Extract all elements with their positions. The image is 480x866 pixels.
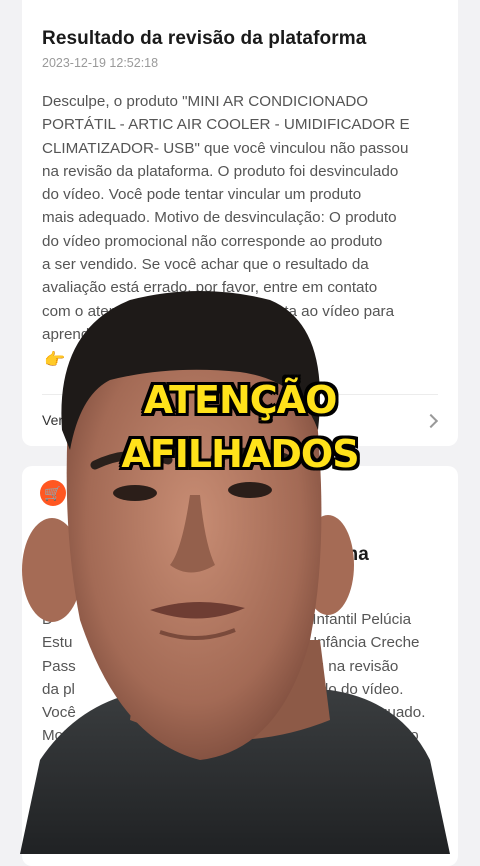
chevron-right-icon[interactable] <box>423 835 439 851</box>
card-message-line: nder mais! <box>292 750 363 768</box>
notification-card-2[interactable]: 🛒 orma D Estu Pass da pl Você Motiv produ as I… <box>22 466 458 866</box>
card-message-line: produ <box>42 750 81 768</box>
card-message-line: D <box>42 611 53 628</box>
card-message-line: as Infantil Pelúcia <box>292 611 412 628</box>
overlay-caption-line-2: AFILHADOS <box>121 432 359 476</box>
card-message-line: Motiv <box>42 727 79 745</box>
card-message-line: ssou na revisão <box>292 657 399 675</box>
card-timestamp: 2023-12-19 12:52:18 <box>42 56 159 70</box>
shop-icon: 🛒 <box>40 480 66 506</box>
card-message-line: Você <box>42 704 76 722</box>
card-message-right: as Infantil Pelúcia de Infância Creche sso… <box>292 608 425 771</box>
pointing-hand-emoji: 👉 <box>44 776 66 795</box>
card-message-line: ão corresponde ao <box>292 727 419 745</box>
view-details-link[interactable]: V <box>42 832 51 848</box>
card-message-line: uto mais adequado. <box>292 704 426 722</box>
card-message: Desculpe, o produto "MINI AR CONDICIONAD… <box>42 93 410 343</box>
card-message-line: Pass <box>42 657 76 675</box>
card-title: Resultado da revisão da plataforma <box>42 28 367 49</box>
overlay-caption-line-1: ATENÇÃO <box>143 378 338 422</box>
card-divider <box>42 818 438 819</box>
card-message-line: Estu <box>42 634 73 652</box>
card-message-left: D Estu Pass da pl Você Motiv produ <box>42 608 81 771</box>
card-title: orma <box>322 544 369 565</box>
pointing-hand-emoji: 👉 <box>44 350 66 369</box>
card-message-line: culado do vídeo. <box>292 680 404 698</box>
card-message-line: de Infância Creche <box>292 634 420 652</box>
card-message-line: da pl <box>42 680 75 698</box>
